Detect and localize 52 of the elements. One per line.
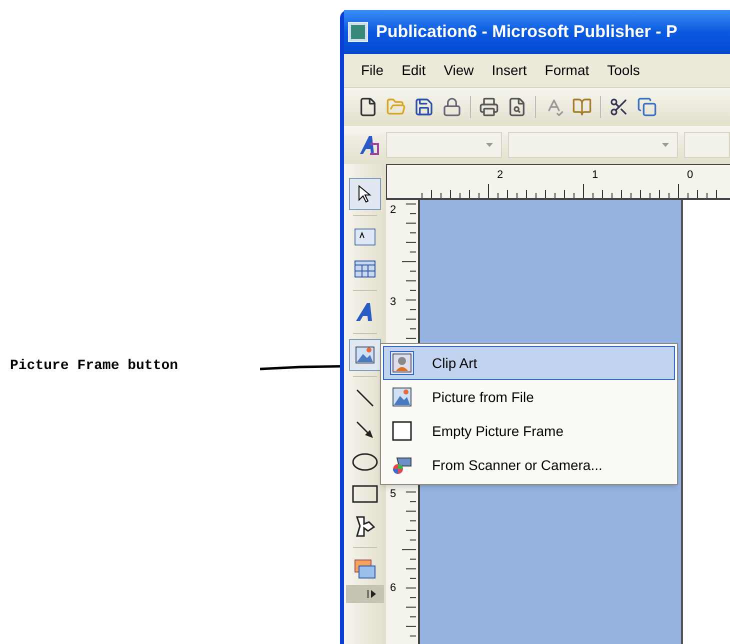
menu-item[interactable]: Clip Art xyxy=(383,346,675,380)
ruler-label: 5 xyxy=(390,487,396,502)
menu-item-label: From Scanner or Camera... xyxy=(432,456,602,474)
menu-item[interactable]: Edit xyxy=(394,60,433,81)
text-box-icon xyxy=(354,228,376,246)
print-preview-icon[interactable] xyxy=(507,97,527,117)
window-title: Publication6 - Microsoft Publisher - P xyxy=(376,21,678,44)
caret-icon xyxy=(486,143,493,147)
clip-art-icon xyxy=(392,353,412,373)
design-gallery-icon xyxy=(353,559,377,579)
tool-button[interactable] xyxy=(346,585,384,603)
menu-item-label: Clip Art xyxy=(432,354,478,373)
menu-item[interactable]: From Scanner or Camera... xyxy=(383,448,675,482)
ruler-label: 6 xyxy=(390,581,396,596)
picture-icon xyxy=(392,387,412,407)
menu-item-label: Picture from File xyxy=(432,388,534,406)
new-document-icon[interactable] xyxy=(358,97,378,117)
callout-label: Picture Frame button xyxy=(10,358,178,374)
menu-item[interactable]: Picture from File xyxy=(383,380,675,414)
tool-button[interactable] xyxy=(349,339,381,371)
menu-item[interactable]: Insert xyxy=(484,60,534,81)
rectangle-icon xyxy=(352,485,378,503)
tool-button[interactable] xyxy=(349,178,381,210)
shapes-icon xyxy=(354,514,376,538)
menu-item[interactable]: View xyxy=(436,60,481,81)
app-icon xyxy=(348,22,368,42)
printer-icon[interactable] xyxy=(479,97,499,117)
menu-item[interactable]: File xyxy=(354,60,391,81)
arrow-icon xyxy=(355,420,375,440)
save-icon[interactable] xyxy=(414,97,434,117)
line-icon xyxy=(355,388,375,408)
menu-item[interactable]: Format xyxy=(538,60,596,81)
menu-item[interactable]: Empty Picture Frame xyxy=(383,414,675,448)
picture-icon xyxy=(355,346,375,364)
oval-icon xyxy=(352,453,378,471)
ruler-label: 0 xyxy=(687,168,694,183)
permission-icon[interactable] xyxy=(442,97,462,117)
empty-frame-icon xyxy=(392,421,412,441)
ruler-label: 2 xyxy=(390,203,396,218)
caret-icon xyxy=(662,143,669,147)
menu-item[interactable]: Tools xyxy=(600,60,647,81)
menu-item-label: Empty Picture Frame xyxy=(432,422,564,441)
ruler-label: 2 xyxy=(497,168,504,183)
styles-icon[interactable] xyxy=(358,134,380,156)
cut-icon[interactable] xyxy=(609,97,629,117)
ruler-label: 3 xyxy=(390,295,396,310)
table-icon xyxy=(354,260,376,278)
research-icon[interactable] xyxy=(572,97,592,117)
expand-icon xyxy=(367,589,377,599)
copy-icon[interactable] xyxy=(637,97,657,117)
pointer-icon xyxy=(357,185,373,203)
ruler-label: 1 xyxy=(592,168,598,183)
